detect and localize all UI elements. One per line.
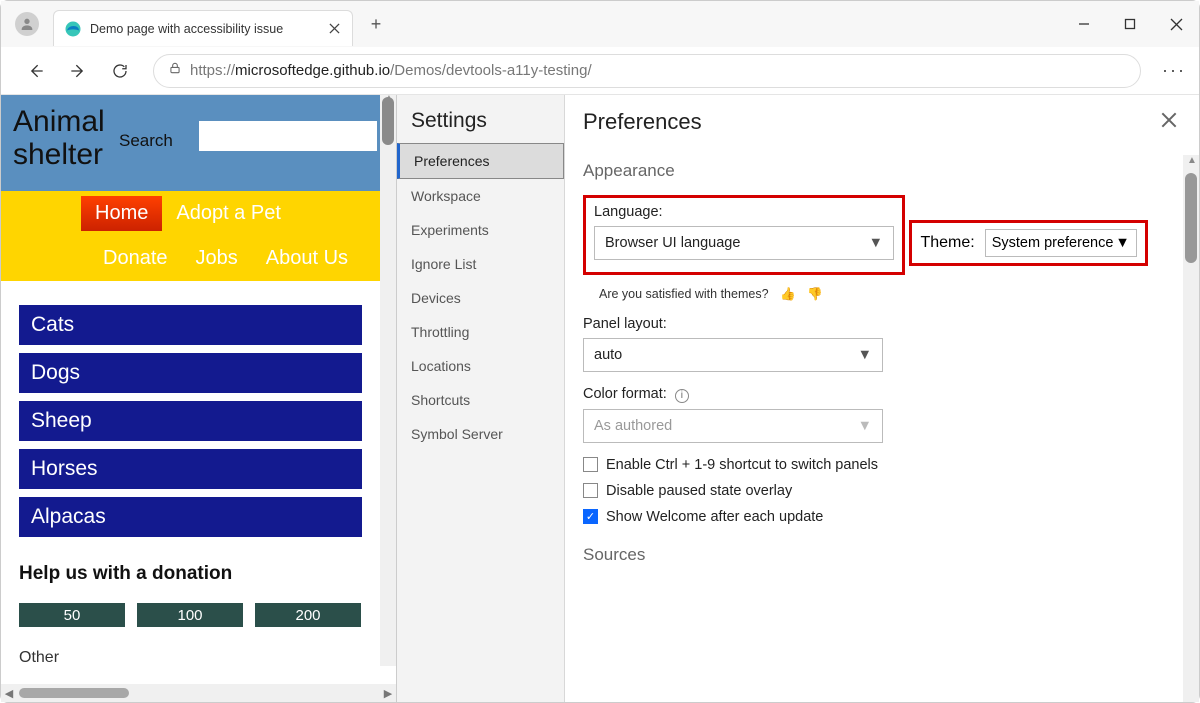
chevron-down-icon: ▼: [858, 347, 872, 363]
maximize-button[interactable]: [1107, 1, 1153, 47]
overlay-checkbox-label: Disable paused state overlay: [606, 483, 792, 499]
nav-home[interactable]: Home: [81, 196, 162, 231]
welcome-checkbox[interactable]: [583, 509, 598, 524]
category-link[interactable]: Horses: [19, 449, 362, 489]
settings-nav-symbol-server[interactable]: Symbol Server: [397, 417, 564, 451]
close-settings-button[interactable]: [1161, 112, 1181, 132]
profile-avatar[interactable]: [15, 12, 39, 36]
thumbs-down-icon[interactable]: 👎: [807, 287, 823, 301]
shortcut-checkbox-label: Enable Ctrl + 1-9 shortcut to switch pan…: [606, 457, 878, 473]
settings-nav-experiments[interactable]: Experiments: [397, 213, 564, 247]
nav-jobs[interactable]: Jobs: [182, 241, 252, 276]
tab-close-icon[interactable]: [326, 21, 342, 37]
browser-tab[interactable]: Demo page with accessibility issue: [53, 10, 353, 46]
address-bar[interactable]: https://microsoftedge.github.io/Demos/de…: [153, 54, 1141, 88]
more-menu-button[interactable]: ···: [1157, 54, 1191, 88]
search-input[interactable]: [199, 121, 377, 151]
panel-layout-label: Panel layout:: [583, 316, 1169, 332]
minimize-button[interactable]: [1061, 1, 1107, 47]
theme-label: Theme:: [920, 234, 974, 252]
settings-nav-devices[interactable]: Devices: [397, 281, 564, 315]
theme-select[interactable]: System preference▼: [985, 229, 1137, 257]
settings-nav-locations[interactable]: Locations: [397, 349, 564, 383]
donation-amount-button[interactable]: 50: [19, 603, 125, 627]
color-format-select[interactable]: As authored ▼: [583, 409, 883, 443]
settings-nav-shortcuts[interactable]: Shortcuts: [397, 383, 564, 417]
new-tab-button[interactable]: +: [359, 7, 393, 41]
category-link[interactable]: Sheep: [19, 401, 362, 441]
settings-nav-throttling[interactable]: Throttling: [397, 315, 564, 349]
shortcut-checkbox[interactable]: [583, 457, 598, 472]
nav-donate[interactable]: Donate: [89, 241, 182, 276]
page-viewport: Animalshelter Search Home Adopt a Pet Do…: [1, 95, 396, 702]
category-link[interactable]: Cats: [19, 305, 362, 345]
devtools-vertical-scrollbar[interactable]: ▲: [1183, 155, 1199, 702]
category-link[interactable]: Dogs: [19, 353, 362, 393]
nav-adopt[interactable]: Adopt a Pet: [162, 196, 295, 231]
tab-title: Demo page with accessibility issue: [90, 22, 326, 36]
color-format-label: Color format: i: [583, 386, 1169, 403]
donation-amount-button[interactable]: 100: [137, 603, 243, 627]
sources-section-title: Sources: [583, 545, 1169, 565]
page-vertical-scrollbar[interactable]: ▲: [380, 95, 396, 666]
preferences-title: Preferences: [583, 109, 1161, 135]
nav-about[interactable]: About Us: [252, 241, 362, 276]
page-horizontal-scrollbar[interactable]: ◀ ▶: [1, 684, 396, 702]
chevron-down-icon: ▼: [858, 418, 872, 434]
edge-icon: [64, 20, 82, 38]
donation-other[interactable]: Other: [1, 645, 380, 671]
refresh-button[interactable]: [103, 54, 137, 88]
settings-nav-workspace[interactable]: Workspace: [397, 179, 564, 213]
language-label: Language:: [594, 204, 894, 220]
devtools-panel: Settings Preferences Workspace Experimen…: [396, 95, 1199, 702]
welcome-checkbox-label: Show Welcome after each update: [606, 509, 823, 525]
forward-button[interactable]: [61, 54, 95, 88]
donation-amount-button[interactable]: 200: [255, 603, 361, 627]
panel-layout-select[interactable]: auto ▼: [583, 338, 883, 372]
lock-icon: [168, 61, 182, 80]
language-select[interactable]: Browser UI language ▼: [594, 226, 894, 260]
url-text: https://microsoftedge.github.io/Demos/de…: [190, 62, 592, 79]
back-button[interactable]: [19, 54, 53, 88]
category-link[interactable]: Alpacas: [19, 497, 362, 537]
settings-nav-ignore-list[interactable]: Ignore List: [397, 247, 564, 281]
chevron-down-icon: ▼: [1115, 235, 1129, 251]
close-window-button[interactable]: [1153, 1, 1199, 47]
overlay-checkbox[interactable]: [583, 483, 598, 498]
settings-title: Settings: [397, 109, 564, 143]
thumbs-up-icon[interactable]: 👍: [780, 287, 796, 301]
appearance-section-title: Appearance: [583, 161, 1169, 181]
settings-nav-preferences[interactable]: Preferences: [397, 143, 564, 179]
main-nav: Home Adopt a Pet Donate Jobs About Us: [1, 191, 380, 281]
search-label: Search: [119, 131, 173, 151]
theme-feedback-text: Are you satisfied with themes? 👍 👎: [599, 287, 1169, 302]
info-icon[interactable]: i: [675, 389, 689, 403]
chevron-down-icon: ▼: [869, 235, 883, 251]
donation-heading: Help us with a donation: [19, 563, 362, 585]
